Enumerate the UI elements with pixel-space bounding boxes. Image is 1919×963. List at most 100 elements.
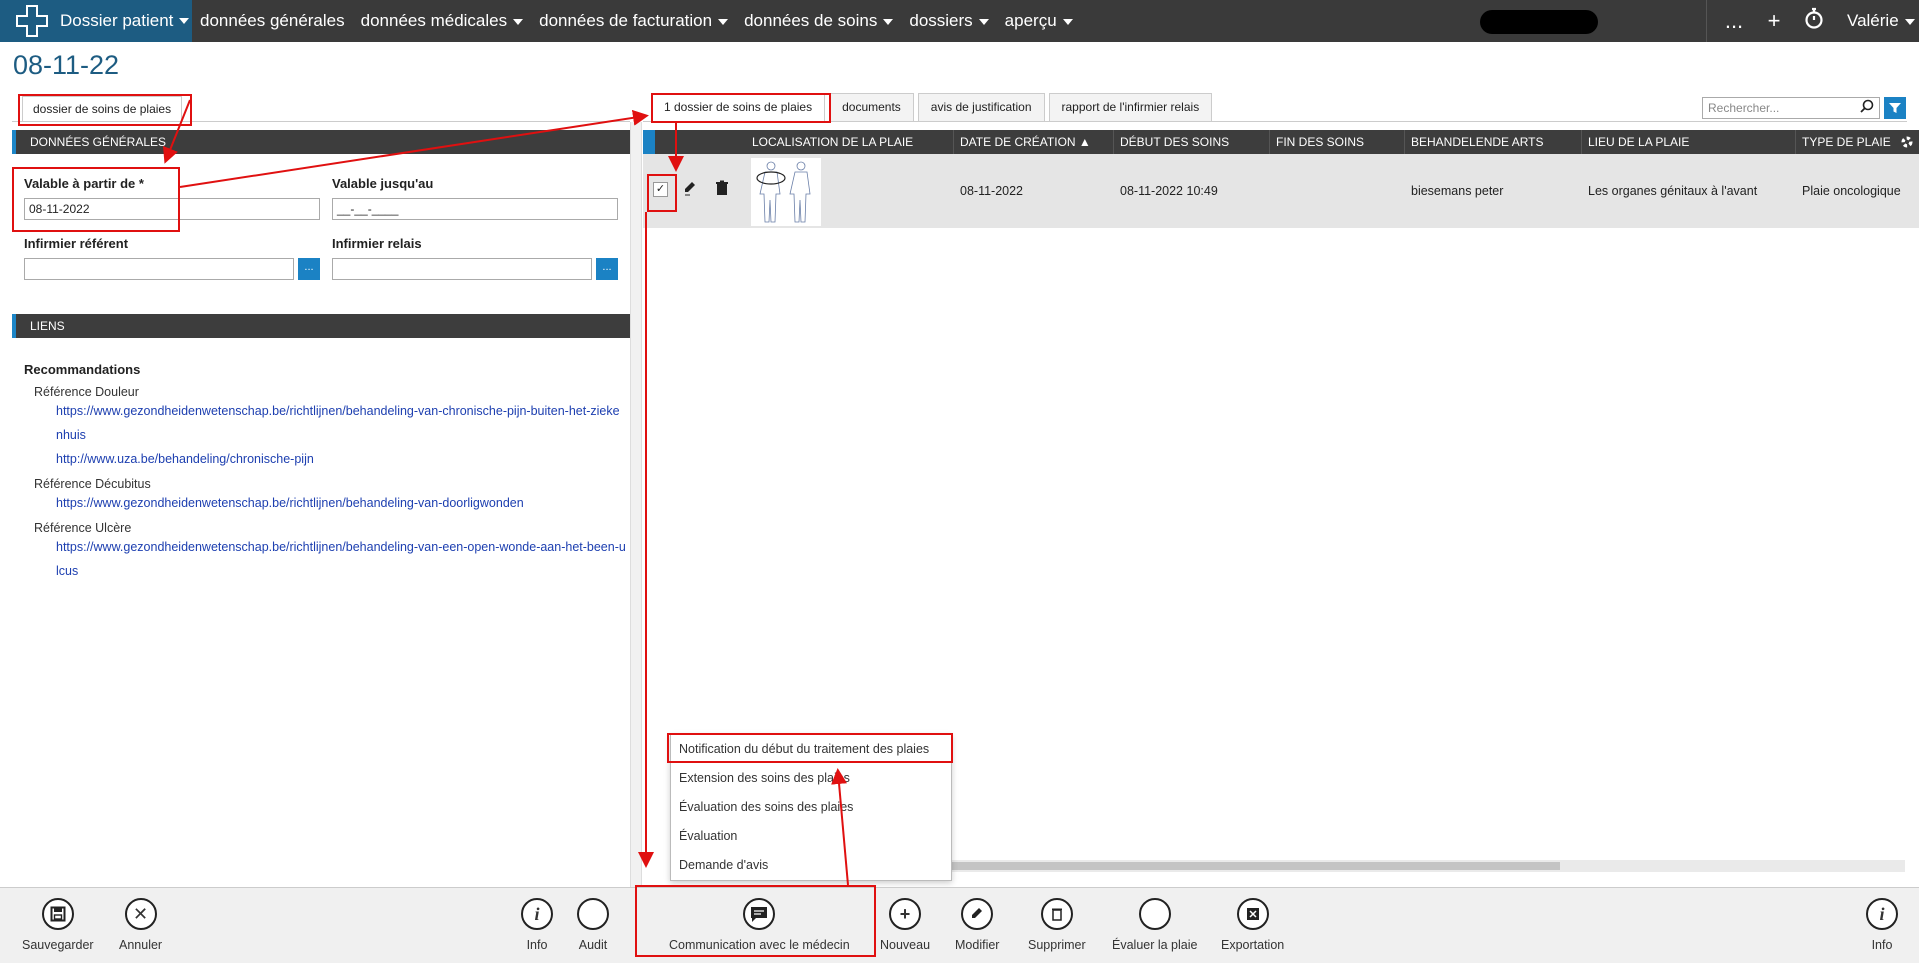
grid-header: LOCALISATION DE LA PLAIE DATE DE CRÉATIO…: [643, 130, 1919, 154]
page-title: 08-11-22: [13, 50, 120, 80]
chevron-down-icon: [1904, 18, 1915, 25]
valid-until-input[interactable]: __-__-____: [332, 198, 618, 220]
excel-icon: [1236, 898, 1269, 930]
brand-label: Dossier patient: [60, 11, 174, 30]
info-button[interactable]: i Info: [521, 898, 553, 952]
col-location[interactable]: LOCALISATION DE LA PLAIE: [746, 130, 913, 154]
panel-splitter[interactable]: [630, 122, 642, 887]
cell-start: 08-11-2022 10:49: [1120, 184, 1218, 198]
cross-logo-icon: [12, 4, 52, 38]
relay-nurse-input[interactable]: [332, 258, 592, 280]
horizontal-scrollbar[interactable]: [930, 860, 1905, 872]
save-button[interactable]: Sauvegarder: [22, 898, 94, 952]
audit-icon: [577, 898, 609, 930]
chevron-down-icon: [179, 18, 190, 24]
edit-button[interactable]: Modifier: [955, 898, 999, 952]
main-menu: données générales données médicales donn…: [200, 0, 1089, 42]
section-links-header: LIENS: [12, 314, 630, 338]
info-icon: i: [1866, 898, 1898, 930]
menu-item-evaluation[interactable]: Évaluation: [671, 822, 951, 851]
evaluate-icon: [1138, 898, 1171, 930]
menu-general[interactable]: données générales: [200, 11, 345, 31]
gear-icon[interactable]: [1898, 133, 1916, 154]
col-wound-location[interactable]: LIEU DE LA PLAIE: [1581, 130, 1795, 154]
links-group-title: Recommandations: [24, 362, 141, 377]
annotation-box: [647, 174, 677, 212]
tab-documents[interactable]: documents: [829, 93, 914, 121]
col-doctor[interactable]: BEHANDELENDE ARTS: [1404, 130, 1581, 154]
chevron-down-icon: [1062, 18, 1073, 25]
relay-nurse-lookup-button[interactable]: ...: [596, 258, 618, 280]
nav-right: ... + Valérie: [1706, 0, 1915, 42]
cell-created: 08-11-2022: [960, 184, 1024, 198]
chevron-down-icon: [978, 18, 989, 25]
chevron-down-icon: [513, 18, 524, 25]
annotation-box: [18, 94, 192, 126]
menu-care[interactable]: données de soins: [744, 11, 894, 31]
brand-menu[interactable]: Dossier patient: [0, 0, 192, 42]
ref-nurse-lookup-button[interactable]: ...: [298, 258, 320, 280]
ref-nurse-label: Infirmier référent: [24, 236, 129, 251]
user-menu[interactable]: Valérie: [1847, 11, 1915, 31]
floppy-icon: [41, 898, 74, 930]
ref-link[interactable]: https://www.gezondheidenwetenschap.be/ri…: [56, 535, 626, 583]
tab-relay-report[interactable]: rapport de l'infirmier relais: [1048, 93, 1213, 121]
tab-line: [643, 121, 1907, 122]
menu-files[interactable]: dossiers: [909, 11, 989, 31]
links-body: Recommandations Référence Douleur https:…: [12, 338, 630, 607]
audit-button[interactable]: Audit: [577, 898, 609, 952]
ref-link[interactable]: http://www.uza.be/behandeling/chronische…: [56, 447, 626, 471]
col-created[interactable]: DATE DE CRÉATION ▲: [953, 130, 1113, 154]
cell-doctor: biesemans peter: [1411, 184, 1504, 198]
relay-nurse-label: Infirmier relais: [332, 236, 422, 251]
info-icon: i: [521, 898, 553, 930]
export-button[interactable]: Exportation: [1221, 898, 1284, 952]
trash-icon: [1040, 898, 1073, 930]
plus-icon[interactable]: +: [1759, 8, 1789, 34]
menu-item-advice-request[interactable]: Demande d'avis: [671, 851, 951, 880]
cell-wound-type: Plaie oncologique: [1802, 184, 1901, 198]
search-icon[interactable]: [1860, 99, 1876, 115]
table-row[interactable]: ✓ 08-11-2022 08-11-2022 10:49 biesemans …: [643, 154, 1919, 228]
body-diagram-image[interactable]: [751, 158, 821, 226]
valid-until-label: Valable jusqu'au: [332, 176, 434, 191]
filter-button[interactable]: [1884, 97, 1906, 119]
trash-icon[interactable]: [715, 180, 729, 199]
grid-handle: [643, 130, 655, 154]
cancel-button[interactable]: ✕ Annuler: [119, 898, 162, 952]
scroll-thumb[interactable]: [930, 862, 1560, 870]
menu-item-extension[interactable]: Extension des soins des plaies: [671, 764, 951, 793]
ref-link[interactable]: https://www.gezondheidenwetenschap.be/ri…: [56, 491, 626, 515]
cell-wound-location: Les organes génitaux à l'avant: [1588, 184, 1758, 198]
menu-billing[interactable]: données de facturation: [539, 11, 729, 31]
ref-nurse-input[interactable]: [24, 258, 294, 280]
ref-label: Référence Décubitus: [34, 477, 151, 491]
section-general-header: DONNÉES GÉNÉRALES: [12, 130, 630, 154]
ref-link[interactable]: https://www.gezondheidenwetenschap.be/ri…: [56, 399, 626, 447]
ref-label: Référence Ulcère: [34, 521, 132, 535]
col-start[interactable]: DÉBUT DES SOINS: [1113, 130, 1269, 154]
menu-medical[interactable]: données médicales: [361, 11, 524, 31]
menu-overview[interactable]: aperçu: [1005, 11, 1073, 31]
menu-item-care-evaluation[interactable]: Évaluation des soins des plaies: [671, 793, 951, 822]
chevron-down-icon: [718, 18, 729, 25]
pencil-icon: [961, 898, 994, 930]
stopwatch-icon[interactable]: [1799, 7, 1829, 35]
col-end[interactable]: FIN DES SOINS: [1269, 130, 1404, 154]
top-nav: Dossier patient données générales donnée…: [0, 0, 1919, 42]
tab-justification[interactable]: avis de justification: [917, 93, 1045, 121]
annotation-box: [667, 733, 953, 763]
close-icon: ✕: [124, 898, 157, 930]
pencil-icon[interactable]: [683, 180, 697, 199]
annotation-box: [651, 93, 831, 123]
chevron-down-icon: [883, 18, 894, 25]
new-button[interactable]: + Nouveau: [880, 898, 930, 952]
evaluate-wound-button[interactable]: Évaluer la plaie: [1112, 898, 1197, 952]
bottom-toolbar: Sauvegarder ✕ Annuler i Info Audit Commu…: [0, 887, 1919, 963]
delete-button[interactable]: Supprimer: [1028, 898, 1086, 952]
info-right-button[interactable]: i Info: [1866, 898, 1898, 952]
plus-icon: +: [889, 898, 922, 930]
annotation-box: [12, 167, 180, 232]
search-input[interactable]: Rechercher...: [1702, 97, 1880, 119]
more-icon[interactable]: ...: [1719, 8, 1749, 34]
